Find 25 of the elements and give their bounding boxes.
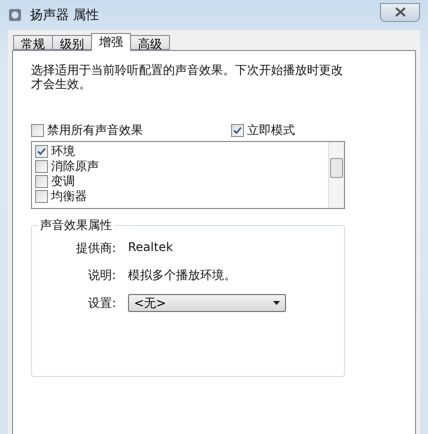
scrollbar[interactable] [328,142,344,208]
property-value: 模拟多个播放环境。 [128,267,237,284]
window-title: 扬声器 属性 [30,7,100,24]
caret-icon [273,301,280,305]
group-title: 声音效果属性 [39,217,113,234]
effect-checkbox[interactable]: 变调 [35,174,325,188]
option-checkbox[interactable]: 禁用所有声音效果 [31,123,231,137]
property-label: 说明: [86,267,116,284]
setting-label: 设置: [86,294,116,312]
intro-text: 选择适用于当前聆听配置的声音效果。下次开始播放时更改才会生效。 [31,63,344,91]
effect-checkbox[interactable]: 均衡器 [35,189,325,203]
tab[interactable]: 增强 [91,33,131,51]
setting-dropdown[interactable]: <无> [128,294,286,312]
check-icon [233,126,242,134]
property-label: 提供商: [74,240,116,257]
option-checkbox[interactable]: 立即模式 [231,123,295,137]
tab[interactable]: 常规 [13,35,53,50]
close-button[interactable] [380,2,420,22]
check-icon [37,146,46,156]
tab[interactable]: 级别 [52,35,92,50]
tab[interactable]: 高级 [130,35,170,50]
effect-checkbox[interactable]: 环境 [35,144,325,158]
effect-checkbox[interactable]: 消除原声 [35,159,325,173]
property-value: Realtek [128,240,174,256]
close-icon [394,7,406,17]
